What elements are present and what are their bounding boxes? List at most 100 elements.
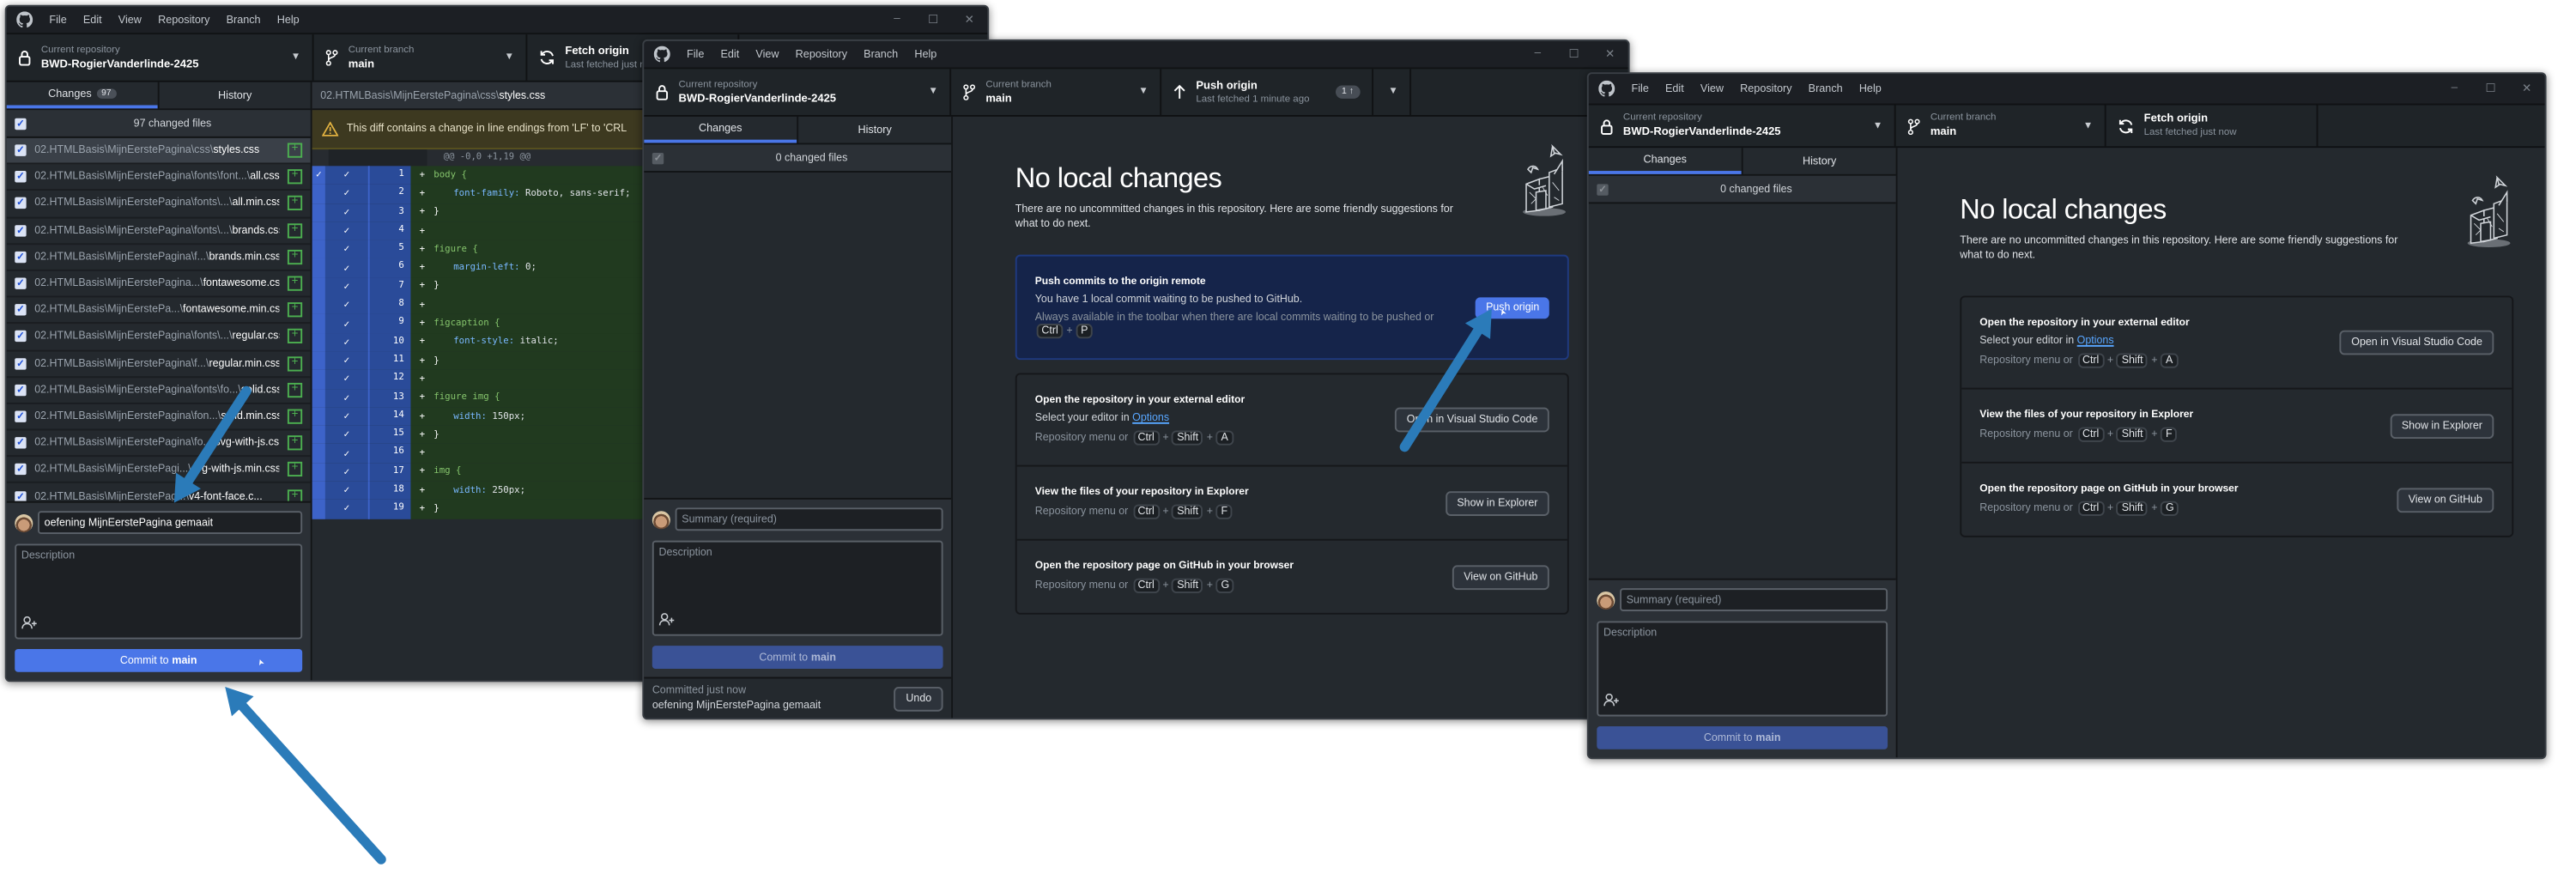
add-coauthor-button[interactable] (658, 613, 675, 629)
minimize-button[interactable]: – (2436, 82, 2472, 95)
menu-repository[interactable]: Repository (796, 48, 847, 59)
repository-selector[interactable]: Current repository BWD-RogierVanderlinde-… (7, 34, 314, 81)
file-list-item[interactable]: ✓ 02.HTMLBasis\MijnEerstePagina\css\style… (6, 137, 311, 165)
line-select-toggle[interactable] (312, 295, 325, 315)
line-select-toggle[interactable] (312, 240, 325, 259)
line-select-toggle[interactable] (312, 425, 325, 445)
tab-history[interactable]: History (1741, 148, 1896, 174)
line-included-check[interactable]: ✓ (324, 258, 368, 278)
file-checkbox[interactable]: ✓ (15, 277, 27, 289)
file-checkbox[interactable]: ✓ (15, 171, 27, 183)
line-select-toggle[interactable] (312, 332, 325, 352)
push-options-dropdown[interactable]: ▼ (1373, 69, 1412, 115)
tab-changes[interactable]: Changes (1588, 148, 1742, 174)
close-button[interactable]: ✕ (951, 13, 987, 26)
file-checkbox[interactable]: ✓ (15, 224, 27, 236)
line-select-toggle[interactable] (312, 184, 325, 203)
line-included-check[interactable]: ✓ (324, 332, 368, 352)
commit-description-input[interactable]: Description (1597, 621, 1888, 717)
line-select-toggle[interactable] (312, 203, 325, 222)
menu-branch[interactable]: Branch (1809, 83, 1843, 94)
menu-repository[interactable]: Repository (158, 14, 209, 25)
select-all-checkbox[interactable]: ✓ (1597, 183, 1609, 195)
file-list-item[interactable]: ✓ 02.HTMLBasis\MijnEerstePagina\fo...\svg… (6, 431, 311, 458)
file-checkbox[interactable]: ✓ (15, 304, 27, 316)
tab-changes[interactable]: Changes (644, 117, 797, 143)
repository-selector[interactable]: Current repository BWD-RogierVanderlinde-… (644, 69, 952, 115)
line-included-check[interactable]: ✓ (324, 351, 368, 371)
select-all-checkbox[interactable]: ✓ (15, 117, 27, 130)
branch-selector[interactable]: Current branch main ▼ (1896, 105, 2106, 147)
file-checkbox[interactable]: ✓ (15, 144, 27, 156)
tab-changes[interactable]: Changes 97 (6, 82, 158, 109)
commit-description-input[interactable]: Description (15, 543, 303, 640)
menu-view[interactable]: View (118, 14, 142, 25)
menu-repository[interactable]: Repository (1740, 83, 1791, 94)
line-included-check[interactable]: ✓ (324, 388, 368, 408)
line-select-toggle[interactable] (312, 407, 325, 426)
line-select-toggle[interactable] (312, 314, 325, 333)
file-list-item[interactable]: ✓ 02.HTMLBasis\MijnEerstePagina\fonts\...… (6, 325, 311, 351)
line-included-check[interactable]: ✓ (324, 221, 368, 240)
file-checkbox[interactable]: ✓ (15, 490, 27, 501)
line-select-toggle[interactable] (312, 258, 325, 278)
commit-summary-input[interactable]: Summary (required) (1620, 588, 1888, 611)
suggestion-button[interactable]: Open in Visual Studio Code (1395, 407, 1549, 433)
commit-button[interactable]: Commit to main (1597, 725, 1888, 749)
suggestion-button[interactable]: Show in Explorer (1445, 490, 1549, 516)
line-select-toggle[interactable] (312, 444, 325, 464)
file-checkbox[interactable]: ✓ (15, 384, 27, 396)
tab-history[interactable]: History (157, 82, 311, 109)
tab-history[interactable]: History (797, 116, 951, 143)
suggestion-button[interactable]: View on GitHub (1452, 564, 1549, 590)
close-button[interactable]: ✕ (1592, 48, 1628, 60)
menu-file[interactable]: File (1632, 83, 1649, 94)
push-origin-button[interactable]: Push origin (1476, 296, 1549, 319)
line-select-toggle[interactable] (312, 370, 325, 389)
file-checkbox[interactable]: ✓ (15, 251, 27, 263)
commit-summary-input[interactable]: oefening MijnEerstePagina gemaait (38, 511, 303, 535)
file-list-item[interactable]: ✓ 02.HTMLBasis\MijnEerstePag...\v4-font-f… (7, 484, 311, 501)
maximize-button[interactable]: ☐ (2472, 82, 2508, 95)
file-checkbox[interactable]: ✓ (15, 437, 27, 449)
line-included-check[interactable]: ✓ (324, 240, 368, 259)
file-checkbox[interactable]: ✓ (15, 331, 27, 343)
file-list-item[interactable]: ✓ 02.HTMLBasis\MijnEerstePagi...\svg-with… (6, 458, 311, 484)
commit-summary-input[interactable]: Summary (required) (675, 507, 943, 531)
minimize-button[interactable]: – (1519, 48, 1555, 61)
add-coauthor-button[interactable] (1603, 693, 1620, 710)
line-select-toggle[interactable] (312, 277, 325, 296)
line-included-check[interactable]: ✓ (324, 425, 368, 445)
file-checkbox[interactable]: ✓ (15, 197, 27, 209)
menu-view[interactable]: View (1700, 83, 1724, 94)
options-link[interactable]: Options (2077, 335, 2114, 346)
menu-help[interactable]: Help (914, 48, 936, 59)
file-list-item[interactable]: ✓ 02.HTMLBasis\MijnEerstePagina...\fontaw… (6, 271, 311, 298)
line-select-toggle[interactable] (312, 500, 325, 519)
menu-edit[interactable]: Edit (83, 14, 102, 25)
line-select-toggle[interactable] (312, 221, 325, 240)
line-select-toggle[interactable]: ✓ (312, 166, 325, 185)
menu-edit[interactable]: Edit (1665, 83, 1684, 94)
line-included-check[interactable]: ✓ (324, 166, 368, 185)
menu-edit[interactable]: Edit (720, 48, 739, 59)
line-included-check[interactable]: ✓ (324, 481, 368, 501)
repository-selector[interactable]: Current repository BWD-RogierVanderlinde-… (1589, 105, 1896, 147)
file-list-item[interactable]: ✓ 02.HTMLBasis\MijnEerstePagina\fon...\so… (6, 404, 311, 431)
commit-description-input[interactable]: Description (652, 540, 943, 636)
undo-button[interactable]: Undo (894, 686, 943, 711)
menu-help[interactable]: Help (1859, 83, 1882, 94)
line-included-check[interactable]: ✓ (324, 295, 368, 315)
file-list-item[interactable]: ✓ 02.HTMLBasis\MijnEerstePagina\fonts\fo.… (6, 378, 311, 404)
line-select-toggle[interactable] (312, 463, 325, 482)
file-list-item[interactable]: ✓ 02.HTMLBasis\MijnEerstePagina\fonts\fon… (6, 165, 311, 191)
options-link[interactable]: Options (1132, 412, 1169, 423)
menu-view[interactable]: View (755, 48, 779, 59)
line-included-check[interactable]: ✓ (324, 444, 368, 464)
add-coauthor-button[interactable] (21, 616, 38, 633)
line-included-check[interactable]: ✓ (324, 203, 368, 222)
line-included-check[interactable]: ✓ (324, 184, 368, 203)
menu-help[interactable]: Help (277, 14, 300, 25)
suggestion-button[interactable]: View on GitHub (2397, 487, 2494, 513)
fetch-origin-button[interactable]: Fetch origin Last fetched just now (2106, 105, 2318, 147)
